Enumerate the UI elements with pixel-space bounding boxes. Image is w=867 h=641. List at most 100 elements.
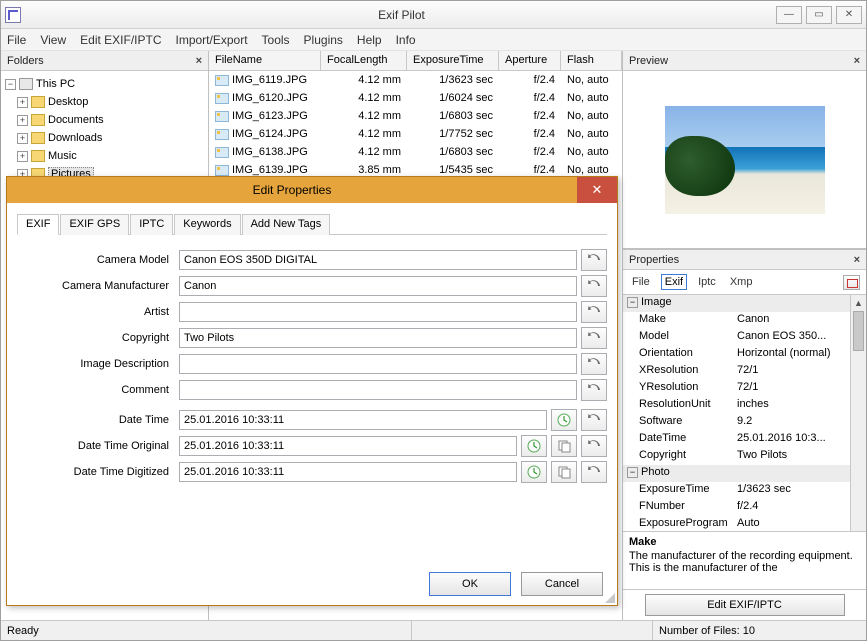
collapse-icon[interactable]: − xyxy=(627,297,638,308)
status-file-count: Number of Files: 10 xyxy=(653,625,761,637)
menu-plugins[interactable]: Plugins xyxy=(304,33,343,47)
col-filename[interactable]: FileName xyxy=(209,51,321,70)
col-exposuretime[interactable]: ExposureTime xyxy=(407,51,499,70)
undo-button[interactable] xyxy=(581,327,607,349)
property-group[interactable]: −Photo xyxy=(623,465,866,482)
property-row[interactable]: MakeCanon xyxy=(623,312,866,329)
status-ready: Ready xyxy=(1,625,411,637)
preview-close-icon[interactable]: × xyxy=(854,55,860,67)
field-input[interactable] xyxy=(179,354,577,374)
table-row[interactable]: IMG_6138.JPG4.12 mm1/6803 secf/2.4No, au… xyxy=(209,143,622,161)
property-row[interactable]: Software9.2 xyxy=(623,414,866,431)
cancel-button[interactable]: Cancel xyxy=(521,572,603,596)
field-input[interactable] xyxy=(179,328,577,348)
undo-button[interactable] xyxy=(581,275,607,297)
field-input[interactable] xyxy=(179,302,577,322)
scroll-thumb[interactable] xyxy=(853,311,864,351)
field-label: Copyright xyxy=(17,332,179,344)
menu-import-export[interactable]: Import/Export xyxy=(176,33,248,47)
property-row[interactable]: ExposureProgramAuto xyxy=(623,516,866,531)
menu-info[interactable]: Info xyxy=(396,33,416,47)
tree-item[interactable]: Downloads xyxy=(48,132,102,144)
undo-button[interactable] xyxy=(581,409,607,431)
expander-icon[interactable]: + xyxy=(17,133,28,144)
table-row[interactable]: IMG_6124.JPG4.12 mm1/7752 secf/2.4No, au… xyxy=(209,125,622,143)
property-row[interactable]: XResolution72/1 xyxy=(623,363,866,380)
undo-button[interactable] xyxy=(581,461,607,483)
folders-close-icon[interactable]: × xyxy=(196,55,202,67)
copy-button[interactable] xyxy=(551,435,577,457)
close-button[interactable]: ✕ xyxy=(836,6,862,24)
date-picker-button[interactable] xyxy=(551,409,577,431)
dlg-tab-iptc[interactable]: IPTC xyxy=(130,214,173,235)
dlg-tab-exif[interactable]: EXIF xyxy=(17,214,59,235)
date-picker-button[interactable] xyxy=(521,435,547,457)
property-row[interactable]: DateTime25.01.2016 10:3... xyxy=(623,431,866,448)
menu-help[interactable]: Help xyxy=(357,33,382,47)
property-row[interactable]: OrientationHorizontal (normal) xyxy=(623,346,866,363)
tree-item[interactable]: Music xyxy=(48,150,77,162)
table-row[interactable]: IMG_6123.JPG4.12 mm1/6803 secf/2.4No, au… xyxy=(209,107,622,125)
scrollbar[interactable]: ▲ ▼ xyxy=(850,295,866,531)
dlg-tab-exif-gps[interactable]: EXIF GPS xyxy=(60,214,129,235)
property-row[interactable]: FNumberf/2.4 xyxy=(623,499,866,516)
menu-tools[interactable]: Tools xyxy=(262,33,290,47)
prop-tab-xmp[interactable]: Xmp xyxy=(727,275,756,289)
prop-tab-iptc[interactable]: Iptc xyxy=(695,275,719,289)
col-aperture[interactable]: Aperture xyxy=(499,51,561,70)
statusbar: Ready Number of Files: 10 xyxy=(1,620,866,640)
col-flash[interactable]: Flash xyxy=(561,51,622,70)
properties-panel: Properties × File Exif Iptc Xmp −ImageMa… xyxy=(623,249,866,620)
field-input[interactable] xyxy=(179,410,547,430)
menu-file[interactable]: File xyxy=(7,33,26,47)
field-input[interactable] xyxy=(179,250,577,270)
field-input[interactable] xyxy=(179,436,517,456)
property-row[interactable]: ExposureTime1/3623 sec xyxy=(623,482,866,499)
copy-button[interactable] xyxy=(551,461,577,483)
menu-view[interactable]: View xyxy=(40,33,66,47)
undo-button[interactable] xyxy=(581,301,607,323)
property-row[interactable]: YResolution72/1 xyxy=(623,380,866,397)
field-input[interactable] xyxy=(179,462,517,482)
image-file-icon xyxy=(215,129,229,140)
form-row: Image Description xyxy=(17,353,607,375)
dlg-tab-add-new-tags[interactable]: Add New Tags xyxy=(242,214,331,235)
col-focallength[interactable]: FocalLength xyxy=(321,51,407,70)
edit-exif-iptc-button[interactable]: Edit EXIF/IPTC xyxy=(645,594,845,616)
undo-button[interactable] xyxy=(581,379,607,401)
undo-button[interactable] xyxy=(581,249,607,271)
dialog-close-button[interactable]: ✕ xyxy=(577,177,617,203)
expander-icon[interactable]: + xyxy=(17,115,28,126)
properties-tool-icon[interactable] xyxy=(843,275,860,290)
property-row[interactable]: ModelCanon EOS 350... xyxy=(623,329,866,346)
maximize-button[interactable]: ▭ xyxy=(806,6,832,24)
table-row[interactable]: IMG_6119.JPG4.12 mm1/3623 secf/2.4No, au… xyxy=(209,71,622,89)
expander-icon[interactable]: − xyxy=(5,79,16,90)
tree-item[interactable]: Documents xyxy=(48,114,104,126)
resize-grip-icon[interactable] xyxy=(603,591,615,603)
undo-button[interactable] xyxy=(581,435,607,457)
scroll-up-icon[interactable]: ▲ xyxy=(851,295,866,311)
menu-edit-exif-iptc[interactable]: Edit EXIF/IPTC xyxy=(80,33,161,47)
property-row[interactable]: ResolutionUnitinches xyxy=(623,397,866,414)
prop-tab-file[interactable]: File xyxy=(629,275,653,289)
dlg-tab-keywords[interactable]: Keywords xyxy=(174,214,240,235)
property-row[interactable]: CopyrightTwo Pilots xyxy=(623,448,866,465)
field-input[interactable] xyxy=(179,276,577,296)
expander-icon[interactable]: + xyxy=(17,151,28,162)
properties-close-icon[interactable]: × xyxy=(854,254,860,266)
tree-item[interactable]: Desktop xyxy=(48,96,88,108)
date-picker-button[interactable] xyxy=(521,461,547,483)
prop-tab-exif[interactable]: Exif xyxy=(661,274,687,290)
table-row[interactable]: IMG_6120.JPG4.12 mm1/6024 secf/2.4No, au… xyxy=(209,89,622,107)
property-group[interactable]: −Image xyxy=(623,295,866,312)
minimize-button[interactable]: — xyxy=(776,6,802,24)
dialog-titlebar[interactable]: Edit Properties ✕ xyxy=(7,177,617,203)
expander-icon[interactable]: + xyxy=(17,97,28,108)
properties-grid[interactable]: −ImageMakeCanonModelCanon EOS 350...Orie… xyxy=(623,294,866,531)
ok-button[interactable]: OK xyxy=(429,572,511,596)
tree-root[interactable]: This PC xyxy=(36,78,75,90)
undo-button[interactable] xyxy=(581,353,607,375)
collapse-icon[interactable]: − xyxy=(627,467,638,478)
field-input[interactable] xyxy=(179,380,577,400)
